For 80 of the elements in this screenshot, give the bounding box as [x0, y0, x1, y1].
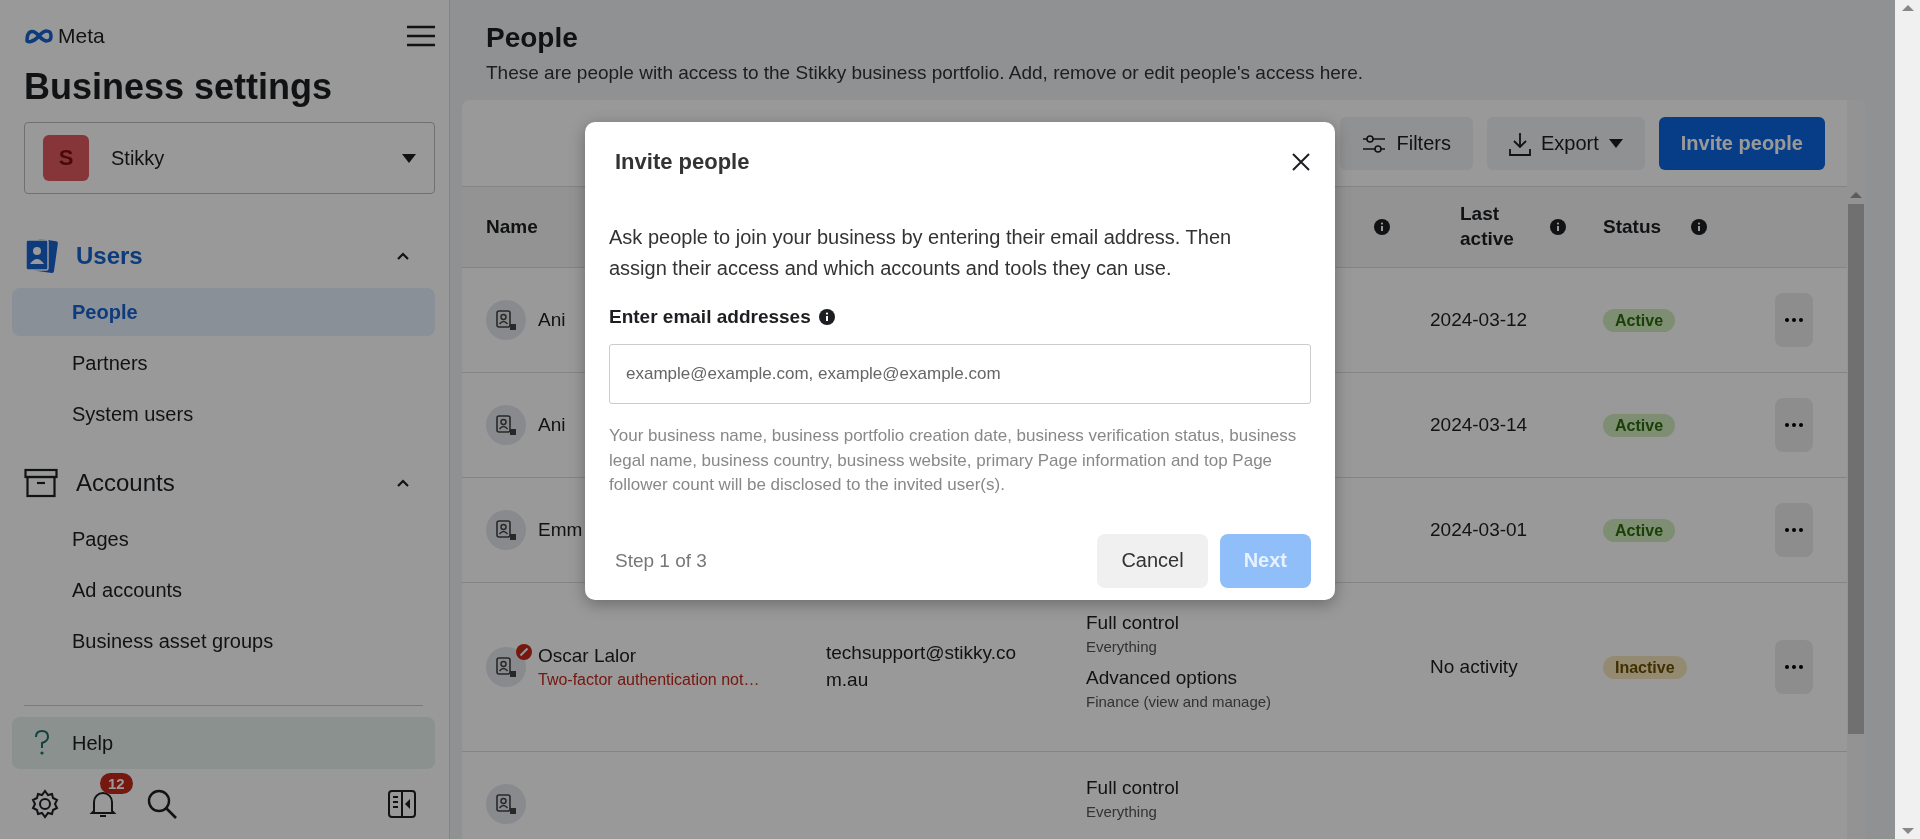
- access-level: Advanced options: [1086, 667, 1239, 689]
- scroll-down-icon[interactable]: [1901, 827, 1914, 835]
- person-name: Oscar Lalor: [538, 645, 638, 667]
- access-level: Full control: [1086, 612, 1180, 634]
- info-icon: [1374, 219, 1390, 235]
- last-active-date: No activity: [1430, 656, 1518, 677]
- last-active-date: 2024-03-01: [1430, 519, 1528, 540]
- nav-section[interactable]: Accounts: [12, 457, 435, 509]
- info-icon: [1691, 219, 1708, 235]
- dialog-title: Invite people: [615, 149, 750, 175]
- nav-item[interactable]: Ad accounts: [12, 566, 435, 614]
- question-mark-icon: [34, 730, 50, 756]
- archive-box-icon: [24, 468, 58, 498]
- status-badge: Active: [1603, 414, 1676, 437]
- status-badge: Active: [1603, 309, 1676, 332]
- info-icon: [818, 309, 835, 325]
- export-button[interactable]: Export: [1486, 117, 1645, 170]
- scrollbar-thumb[interactable]: [1848, 204, 1864, 734]
- nav-item[interactable]: People: [12, 288, 435, 336]
- infinity-logo-icon: [24, 27, 54, 45]
- email-text: techsupport@stikky.com.au: [826, 641, 1017, 692]
- invite-people-button[interactable]: Invite people: [1658, 117, 1825, 170]
- id-card-icon: [494, 308, 518, 332]
- page-description: These are people with access to the Stikky business portfolio. Add, remove or edit people's access here.: [486, 62, 1365, 84]
- caret-icon: [402, 153, 416, 163]
- more-icon: [1785, 423, 1803, 427]
- close-icon[interactable]: [1291, 152, 1311, 172]
- more-icon: [1785, 665, 1803, 669]
- more-icon: [1785, 528, 1803, 532]
- status-badge: Inactive: [1603, 656, 1687, 679]
- download-icon: [1508, 131, 1531, 156]
- last-active-date: 2024-03-12: [1430, 309, 1528, 330]
- caret-icon: [1608, 139, 1623, 148]
- id-card-icon: [494, 655, 518, 679]
- collapse-panel-icon[interactable]: [387, 789, 417, 819]
- brand-name: Meta: [58, 24, 105, 48]
- blocked-badge-icon: [516, 644, 532, 660]
- cancel-button[interactable]: Cancel: [1097, 533, 1208, 588]
- column-header: Last active: [1460, 202, 1515, 251]
- id-card-icon: [494, 413, 518, 437]
- filters-button[interactable]: Filters: [1340, 117, 1473, 170]
- nav-item[interactable]: System users: [12, 390, 435, 438]
- info-icon: [1550, 219, 1566, 235]
- access-detail: Everything: [1086, 802, 1158, 820]
- last-active-date: 2024-03-14: [1430, 414, 1528, 435]
- column-header: Name: [486, 216, 538, 238]
- search-icon[interactable]: [146, 788, 178, 820]
- access-detail: Everything: [1086, 638, 1158, 655]
- id-card-icon: [494, 792, 518, 816]
- email-input-field[interactable]: example@example.com, example@example.com: [609, 344, 1311, 404]
- nav-item[interactable]: Business asset groups: [12, 617, 435, 665]
- more-icon: [1785, 318, 1803, 322]
- id-cards-icon: [24, 238, 58, 274]
- page-title: People: [486, 22, 579, 54]
- settings-icon[interactable]: [30, 789, 60, 819]
- nav-item[interactable]: Partners: [12, 339, 435, 387]
- status-badge: Active: [1603, 519, 1676, 542]
- column-header: Status: [1603, 216, 1662, 238]
- business-selector[interactable]: S Stikky: [24, 122, 435, 194]
- help-item[interactable]: Help: [12, 717, 435, 769]
- notifications-icon[interactable]: [88, 789, 118, 819]
- nav-section[interactable]: Users: [12, 230, 435, 282]
- dialog-intro: Ask people to join your business by entering their email address. Then assign their access and which accounts and tools they can use.: [609, 225, 1233, 281]
- person-name: Ani: [538, 309, 566, 331]
- field-label: Enter email addresses: [609, 306, 811, 328]
- menu-icon[interactable]: [407, 25, 435, 47]
- sliders-icon: [1362, 133, 1387, 154]
- step-indicator: Step 1 of 3: [614, 549, 708, 572]
- nav-item[interactable]: Pages: [12, 515, 435, 563]
- person-name: Ani: [538, 414, 566, 436]
- scroll-up-icon[interactable]: [1901, 4, 1914, 12]
- warning-text: Two-factor authentication not…: [538, 671, 760, 689]
- id-card-icon: [494, 518, 518, 542]
- sidebar-title: Business settings: [24, 66, 334, 108]
- business-avatar: S: [43, 135, 89, 181]
- notification-count: 12: [100, 773, 133, 794]
- access-level: Full control: [1086, 776, 1180, 799]
- person-name: Emm: [538, 519, 583, 541]
- disclaimer-text: Your business name, business portfolio creation date, business verification status, business legal name, business country, business website, primary Page information and top Page follower count will be disclosed to the invited user(s).: [609, 425, 1298, 497]
- access-detail: Finance (view and manage): [1086, 693, 1273, 710]
